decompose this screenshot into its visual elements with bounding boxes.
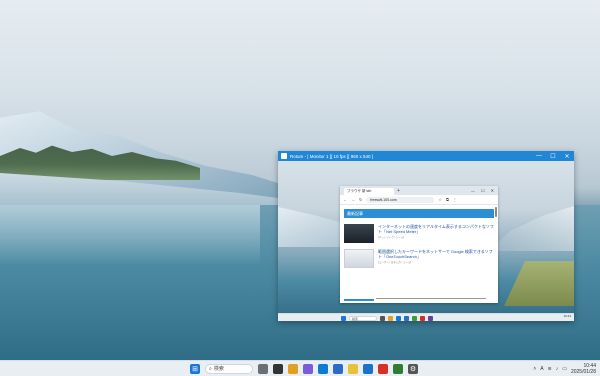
article-item[interactable]: 範囲選択したキーワードをネットサーで Google 検索できるソフト「OneTo… (344, 249, 494, 268)
mini-mountains-right (494, 206, 574, 251)
clock-date: 2025/01/28 (570, 368, 596, 375)
app-icon[interactable] (348, 363, 358, 374)
edge-icon[interactable] (318, 363, 328, 374)
browser-close-icon[interactable]: ✕ (491, 188, 494, 193)
address-bar[interactable]: freesoft-100.com (366, 196, 435, 203)
browser-toolbar: ← → ↻ freesoft-100.com ☆ ⧉ ⋮ (340, 195, 498, 205)
search-icon: ⌕ (209, 365, 212, 372)
store-icon[interactable] (333, 363, 343, 374)
wallpaper-reflection (0, 205, 260, 265)
mini-chrome-icon (420, 315, 425, 321)
maximize-button[interactable]: ☐ (546, 151, 560, 161)
article-thumbnail[interactable] (344, 249, 374, 268)
reload-icon[interactable]: ↻ (359, 197, 362, 202)
article-meta: [ネットワーク / ツール] (378, 236, 404, 239)
article-title[interactable]: インターネットの速度をリアルタイム表示するコンパクトなソフト「Net Speed… (378, 224, 494, 234)
forward-icon[interactable]: → (351, 197, 355, 202)
menu-icon[interactable]: ⋮ (453, 197, 457, 202)
mini-grass (504, 261, 574, 306)
chevron-up-icon[interactable]: ˄ (533, 366, 536, 372)
article-meta: [ユーザー / 文字入力 / ツール] (378, 261, 412, 264)
preview-window[interactable]: Rotum - [ Monitor 1 ][ 10 fps ][ 960 x 5… (278, 151, 574, 321)
star-icon[interactable]: ☆ (438, 197, 442, 202)
mini-app-icon (380, 315, 385, 321)
mini-folder-icon (388, 315, 393, 321)
article-item[interactable]: インターネットの速度をリアルタイム表示するコンパクトなソフト「Net Speed… (344, 224, 494, 243)
start-icon[interactable]: ⊞ (190, 363, 200, 374)
battery-icon[interactable]: ▭ (562, 366, 567, 372)
window-titlebar[interactable]: Rotum - [ Monitor 1 ][ 10 fps ][ 960 x 5… (278, 151, 574, 161)
tab-title: ブラウザ 新 tab (347, 189, 372, 193)
mini-start-icon (341, 315, 346, 321)
mini-edge-icon (396, 315, 401, 321)
mini-app-icon (404, 315, 409, 321)
widgets-icon[interactable] (258, 363, 268, 374)
browser-tabbar: ブラウザ 新 tab + — ☐ ✕ (340, 186, 498, 195)
task-view-icon[interactable] (273, 363, 283, 374)
close-button[interactable]: ✕ (560, 151, 574, 161)
volume-icon[interactable]: ♪ (556, 366, 559, 372)
section-header: 最新記事 (344, 209, 494, 218)
mini-clock: 10:44 (563, 314, 571, 318)
teams-icon[interactable] (303, 363, 313, 374)
taskbar-search[interactable]: ⌕ 検索 (205, 363, 253, 374)
taskbar: ⊞ ⌕ 検索 ⚙ ˄ A ≋ ♪ ▭ 10:44 2025/01/28 (0, 360, 600, 376)
settings-icon[interactable]: ⚙ (408, 363, 418, 374)
scrollbar[interactable] (495, 207, 497, 217)
mini-taskbar: 検索 10:44 (278, 313, 574, 321)
web-page: 最新記事 インターネットの速度をリアルタイム表示するコンパクトなソフト「Net … (340, 205, 498, 303)
wifi-icon[interactable]: ≋ (548, 366, 552, 372)
article-thumbnail[interactable] (344, 224, 374, 243)
mini-app-icon (412, 315, 417, 321)
chrome-icon[interactable] (378, 363, 388, 374)
article-title[interactable]: 範囲選択したキーワードをネットサーで Google 検索できるソフト「OneTo… (378, 249, 494, 259)
footer-accent (344, 299, 374, 301)
mirrored-screen: ブラウザ 新 tab + — ☐ ✕ ← → ↻ freesoft-100.co… (278, 161, 574, 321)
mail-icon[interactable] (363, 363, 373, 374)
extensions-icon[interactable]: ⧉ (446, 197, 449, 202)
browser-minimize-icon[interactable]: — (471, 188, 475, 193)
file-explorer-icon[interactable] (288, 363, 298, 374)
app-icon (281, 153, 287, 159)
language-indicator[interactable]: A (540, 366, 543, 372)
footer-divider (376, 298, 486, 299)
app-icon[interactable] (393, 363, 403, 374)
minimize-button[interactable]: — (532, 151, 546, 161)
browser-tab[interactable]: ブラウザ 新 tab (344, 188, 394, 195)
search-label: 検索 (213, 366, 224, 372)
mini-search: 検索 (349, 315, 377, 321)
mini-app-icon (428, 315, 433, 321)
clock[interactable]: 10:44 2025/01/28 (571, 363, 596, 375)
back-icon[interactable]: ← (343, 197, 347, 202)
new-tab-icon[interactable]: + (397, 188, 400, 194)
window-title: Rotum - [ Monitor 1 ][ 10 fps ][ 960 x 5… (290, 153, 374, 159)
browser-maximize-icon[interactable]: ☐ (481, 188, 485, 193)
browser-window[interactable]: ブラウザ 新 tab + — ☐ ✕ ← → ↻ freesoft-100.co… (340, 186, 498, 303)
